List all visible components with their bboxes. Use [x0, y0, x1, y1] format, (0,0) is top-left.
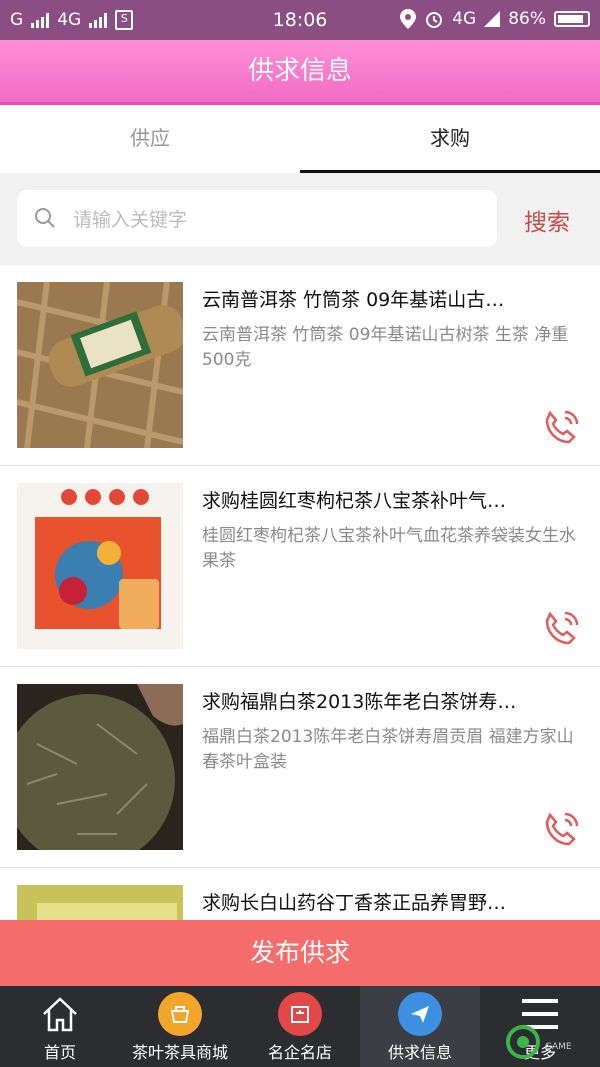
tabbar-item-home[interactable]: 首页	[0, 986, 120, 1067]
shop-icon	[278, 992, 322, 1036]
watermark: GAME	[505, 1024, 595, 1060]
status-bar: G 4G S 18:06 4G 86%	[0, 0, 600, 40]
listing-description: 福鼎白茶2013陈年老白茶饼寿眉贡眉 福建方家山春茶叶盒装	[202, 727, 574, 772]
bamboo-tea-image	[17, 282, 183, 448]
alarm-icon	[426, 12, 443, 28]
search-input[interactable]	[71, 190, 485, 249]
list-item[interactable]: 求购桂圆红枣枸杞茶八宝茶补叶气… 桂圆红枣枸杞茶八宝茶补叶气血花茶养袋装女生水果…	[0, 466, 600, 667]
search-bar: 搜索	[0, 173, 600, 265]
home-icon	[43, 997, 77, 1032]
publish-button[interactable]: 发布供求	[0, 920, 600, 986]
send-icon	[398, 992, 442, 1036]
phone-icon[interactable]	[539, 808, 583, 852]
listing-list: 云南普洱茶 竹筒茶 09年基诺山古… 云南普洱茶 竹筒茶 09年基诺山古树茶 生…	[0, 265, 600, 920]
cart-icon	[158, 992, 202, 1036]
location-icon	[400, 9, 417, 29]
white-tea-cake-image	[17, 684, 183, 850]
tab-purchase[interactable]: 求购	[300, 105, 600, 173]
wifi-icon	[484, 11, 501, 27]
list-item[interactable]: 求购长白山药谷丁香茶正品养胃野…	[0, 868, 600, 920]
tabbar-item-shops[interactable]: 名企名店	[240, 986, 360, 1067]
fruit-tea-box-image	[17, 483, 183, 649]
listing-title: 求购桂圆红枣枸杞茶八宝茶补叶气…	[202, 490, 507, 512]
listing-description: 云南普洱茶 竹筒茶 09年基诺山古树茶 生茶 净重500克	[202, 325, 569, 370]
search-box[interactable]	[17, 190, 497, 249]
clove-tea-image	[17, 885, 183, 920]
battery-icon	[554, 11, 590, 27]
listing-title: 云南普洱茶 竹筒茶 09年基诺山古…	[202, 289, 505, 311]
network-right-label: 4G	[452, 9, 477, 29]
tab-bar: 供应 求购	[0, 105, 600, 173]
watermark-text: GAME	[545, 1042, 572, 1052]
tabbar-item-mall[interactable]: 茶叶茶具商城	[120, 986, 240, 1067]
tabbar-label: 首页	[43, 1043, 76, 1062]
tab-supply[interactable]: 供应	[0, 105, 300, 173]
page-title: 供求信息	[0, 40, 600, 105]
search-icon	[35, 208, 55, 228]
phone-icon[interactable]	[539, 406, 583, 450]
tabbar-item-supply-demand[interactable]: 供求信息	[360, 986, 480, 1067]
tabbar-label: 茶叶茶具商城	[131, 1043, 228, 1062]
battery-percent: 86%	[508, 9, 546, 29]
list-item[interactable]: 云南普洱茶 竹筒茶 09年基诺山古… 云南普洱茶 竹筒茶 09年基诺山古树茶 生…	[0, 265, 600, 466]
search-button[interactable]: 搜索	[524, 203, 570, 237]
listing-title: 求购长白山药谷丁香茶正品养胃野…	[202, 892, 507, 914]
phone-icon[interactable]	[539, 607, 583, 651]
tabbar-label: 名企名店	[267, 1043, 332, 1062]
tabbar-label: 供求信息	[387, 1043, 452, 1062]
listing-description: 桂圆红枣枸杞茶八宝茶补叶气血花茶养袋装女生水果茶	[202, 526, 576, 571]
list-item[interactable]: 求购福鼎白茶2013陈年老白茶饼寿… 福鼎白茶2013陈年老白茶饼寿眉贡眉 福建…	[0, 667, 600, 868]
listing-title: 求购福鼎白茶2013陈年老白茶饼寿…	[202, 691, 517, 713]
